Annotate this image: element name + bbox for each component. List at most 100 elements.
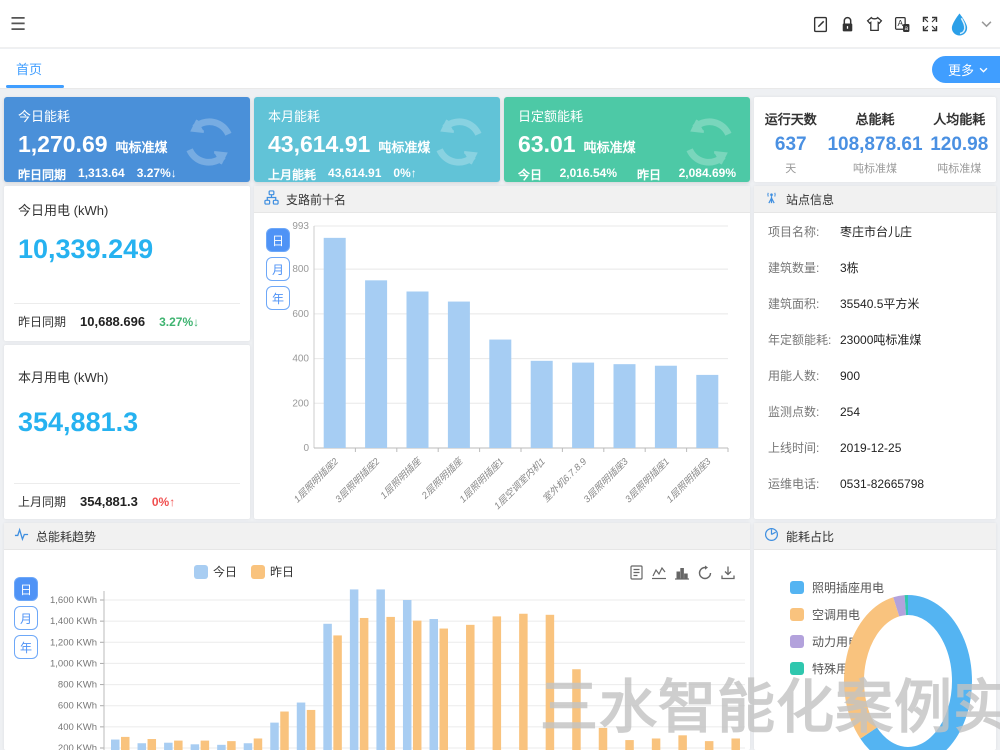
fullscreen-icon[interactable]: [922, 16, 938, 32]
period-day-button[interactable]: 日: [266, 228, 290, 252]
legend-swatch: [790, 635, 804, 648]
recycle-icon: [428, 111, 490, 176]
more-button-label: 更多: [948, 60, 974, 79]
period-year-button[interactable]: 年: [266, 286, 290, 310]
branch-icon: [264, 190, 279, 208]
legend-swatch: [251, 565, 265, 579]
site-info-list: 项目名称:枣庄市台儿庄 建筑数量:3栋 建筑面积:35540.5平方米 年定额能…: [754, 213, 996, 511]
legend-swatch: [790, 581, 804, 594]
card-unit: 吨标准煤: [584, 137, 636, 156]
svg-text:0: 0: [303, 443, 309, 454]
svg-text:400: 400: [292, 354, 309, 365]
card-sub-value: 2,016.54%: [560, 166, 617, 182]
card-sub-delta: 0%↑: [393, 166, 416, 182]
site-row: 建筑面积:35540.5平方米: [754, 295, 996, 331]
dashboard-root: ☰ Aa 首页: [0, 0, 1000, 750]
lock-icon[interactable]: [840, 16, 855, 33]
card-sub-label2: 昨日占比:: [637, 166, 673, 182]
svg-text:993: 993: [292, 221, 309, 232]
panel-title: 支路前十名: [286, 191, 346, 208]
data-view-icon[interactable]: [629, 565, 644, 581]
card-sub-label: 昨日同期: [18, 166, 66, 182]
usage-title: 今日用电 (kWh): [18, 200, 108, 219]
legend-item-today[interactable]: 今日: [194, 563, 237, 580]
usage-value: 354,881.3: [18, 407, 138, 438]
site-row-value: 900: [840, 369, 860, 383]
legend-label: 今日: [213, 563, 237, 580]
period-year-button[interactable]: 年: [14, 635, 38, 659]
energy-share-donut-chart[interactable]: [834, 593, 996, 750]
svg-text:200: 200: [292, 398, 309, 409]
svg-text:800: 800: [292, 264, 309, 275]
stat-unit: 天: [754, 160, 827, 176]
compare-delta: 3.27%↓: [159, 315, 199, 329]
site-row-label: 年定额能耗:: [768, 331, 840, 348]
top-header: ☰ Aa: [0, 0, 1000, 48]
site-row-value: 35540.5平方米: [840, 295, 919, 312]
svg-text:400 KWh: 400 KWh: [58, 722, 97, 733]
card-quota-energy: 日定额能耗 63.01吨标准煤 今日占比:2,016.54% 昨日占比:2,08…: [504, 97, 750, 182]
recycle-icon: [178, 111, 240, 176]
svg-text:3层照明插座2: 3层照明插座2: [333, 455, 383, 505]
stat-total-energy: 总能耗 108,878.61 吨标准煤: [827, 97, 922, 182]
theme-shirt-icon[interactable]: [866, 16, 883, 32]
site-row: 建筑数量:3栋: [754, 259, 996, 295]
svg-text:1层照明插座3: 1层照明插座3: [664, 455, 714, 505]
period-month-button[interactable]: 月: [266, 257, 290, 281]
pulse-icon: [14, 527, 29, 545]
note-edit-icon[interactable]: [812, 16, 829, 33]
card-sub-value: 1,313.64: [78, 166, 125, 182]
site-row-value: 枣庄市台儿庄: [840, 223, 912, 240]
site-row-label: 运维电话:: [768, 475, 840, 492]
panel-title: 能耗占比: [786, 528, 834, 545]
site-row-value: 2019-12-25: [840, 441, 901, 455]
svg-text:1,600 KWh: 1,600 KWh: [50, 595, 97, 606]
trend-legend: 今日 昨日: [194, 563, 294, 580]
site-row-label: 监测点数:: [768, 403, 840, 420]
hamburger-menu-icon[interactable]: ☰: [10, 14, 26, 35]
site-row-value: 254: [840, 405, 860, 419]
stat-per-capita-energy: 人均能耗 120.98 吨标准煤: [923, 97, 996, 182]
card-value: 63.01: [518, 131, 576, 158]
svg-text:600 KWh: 600 KWh: [58, 701, 97, 712]
svg-text:200 KWh: 200 KWh: [58, 743, 97, 750]
translate-icon[interactable]: Aa: [894, 16, 911, 33]
tab-home[interactable]: 首页: [10, 59, 48, 78]
compare-value: 354,881.3: [80, 494, 138, 509]
line-chart-icon[interactable]: [651, 565, 667, 581]
chart-toolbar: [629, 565, 736, 581]
download-icon[interactable]: [720, 565, 736, 581]
card-sub-label: 今日占比:: [518, 166, 554, 182]
stat-unit: 吨标准煤: [827, 160, 922, 176]
stat-label: 总能耗: [827, 109, 922, 128]
site-row-label: 建筑面积:: [768, 295, 840, 312]
site-row-label: 上线时间:: [768, 439, 840, 456]
period-month-button[interactable]: 月: [14, 606, 38, 630]
branch-top10-bar-chart[interactable]: 02004006008009931层照明插座23层照明插座21层照明插座2层照明…: [290, 216, 745, 519]
svg-text:1,400 KWh: 1,400 KWh: [50, 616, 97, 627]
legend-swatch: [790, 662, 804, 675]
divider: [14, 303, 240, 304]
svg-text:1层照明插座: 1层照明插座: [378, 455, 425, 502]
legend-item-yesterday[interactable]: 昨日: [251, 563, 294, 580]
site-row: 监测点数:254: [754, 403, 996, 439]
site-row-label: 项目名称:: [768, 223, 840, 240]
water-drop-logo[interactable]: [949, 12, 970, 36]
stat-value: 120.98: [923, 134, 996, 156]
legend-swatch: [194, 565, 208, 579]
divider: [14, 483, 240, 484]
more-button[interactable]: 更多: [932, 56, 1000, 83]
period-day-button[interactable]: 日: [14, 577, 38, 601]
energy-trend-bar-chart[interactable]: 200 KWh400 KWh600 KWh800 KWh1,000 KWh1,2…: [48, 585, 748, 750]
refresh-icon[interactable]: [697, 565, 713, 581]
chevron-down-icon[interactable]: [981, 20, 992, 28]
svg-text:1,000 KWh: 1,000 KWh: [50, 658, 97, 669]
site-row: 项目名称:枣庄市台儿庄: [754, 223, 996, 259]
panel-month-electricity: 本月用电 (kWh) 354,881.3 上月同期 354,881.3 0%↑: [4, 345, 250, 519]
site-row: 年定额能耗:23000吨标准煤: [754, 331, 996, 367]
panel-today-electricity: 今日用电 (kWh) 10,339.249 昨日同期 10,688.696 3.…: [4, 186, 250, 341]
bar-chart-icon[interactable]: [674, 565, 690, 581]
tab-home-underline: [6, 85, 64, 88]
stat-label: 人均能耗: [923, 109, 996, 128]
stat-value: 637: [754, 134, 827, 156]
